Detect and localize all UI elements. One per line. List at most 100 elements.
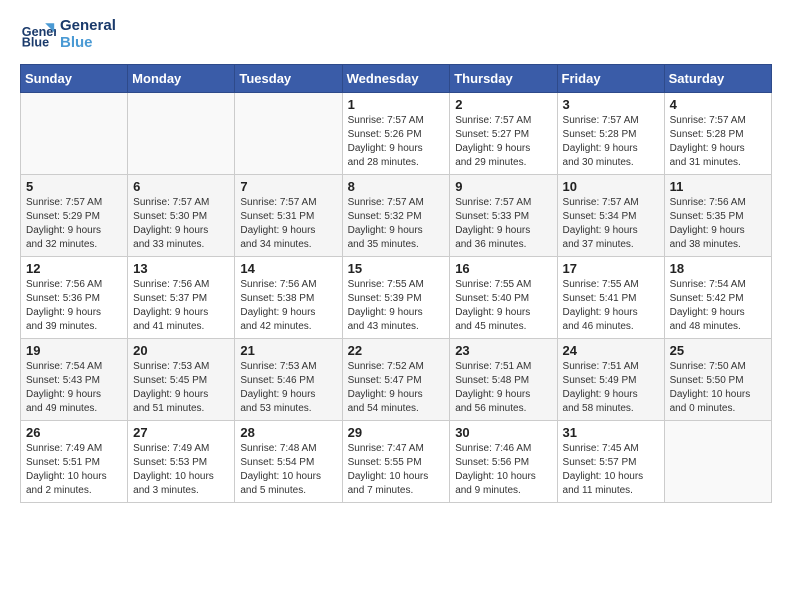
sunrise-info: Sunrise: 7:51 AM	[455, 360, 551, 374]
daylight-info: Daylight: 9 hours	[563, 388, 659, 402]
day-number: 13	[133, 261, 229, 276]
daylight-info: and 51 minutes.	[133, 402, 229, 416]
daylight-info: and 53 minutes.	[240, 402, 336, 416]
logo-icon: General Blue	[20, 16, 56, 52]
daylight-info: Daylight: 9 hours	[670, 224, 766, 238]
sunrise-info: Sunrise: 7:53 AM	[133, 360, 229, 374]
daylight-info: Daylight: 9 hours	[26, 306, 122, 320]
sunrise-info: Sunrise: 7:56 AM	[133, 278, 229, 292]
sunrise-info: Sunrise: 7:50 AM	[670, 360, 766, 374]
logo-general: General	[60, 17, 116, 34]
calendar-table: SundayMondayTuesdayWednesdayThursdayFrid…	[20, 64, 772, 503]
sunset-info: Sunset: 5:26 PM	[348, 128, 445, 142]
weekday-header-sunday: Sunday	[21, 65, 128, 93]
day-number: 29	[348, 425, 445, 440]
daylight-info: and 29 minutes.	[455, 156, 551, 170]
daylight-info: and 48 minutes.	[670, 320, 766, 334]
daylight-info: Daylight: 9 hours	[348, 142, 445, 156]
sunset-info: Sunset: 5:41 PM	[563, 292, 659, 306]
daylight-info: and 11 minutes.	[563, 484, 659, 498]
sunset-info: Sunset: 5:37 PM	[133, 292, 229, 306]
logo: General Blue General Blue	[20, 16, 116, 52]
sunrise-info: Sunrise: 7:54 AM	[26, 360, 122, 374]
calendar-cell: 27Sunrise: 7:49 AMSunset: 5:53 PMDayligh…	[128, 421, 235, 503]
day-number: 4	[670, 97, 766, 112]
sunset-info: Sunset: 5:54 PM	[240, 456, 336, 470]
sunset-info: Sunset: 5:49 PM	[563, 374, 659, 388]
weekday-header-thursday: Thursday	[450, 65, 557, 93]
sunset-info: Sunset: 5:28 PM	[563, 128, 659, 142]
sunset-info: Sunset: 5:40 PM	[455, 292, 551, 306]
day-number: 5	[26, 179, 122, 194]
daylight-info: Daylight: 9 hours	[348, 224, 445, 238]
daylight-info: and 33 minutes.	[133, 238, 229, 252]
sunset-info: Sunset: 5:36 PM	[26, 292, 122, 306]
calendar-cell: 7Sunrise: 7:57 AMSunset: 5:31 PMDaylight…	[235, 175, 342, 257]
sunrise-info: Sunrise: 7:57 AM	[240, 196, 336, 210]
sunrise-info: Sunrise: 7:57 AM	[133, 196, 229, 210]
day-number: 26	[26, 425, 122, 440]
sunrise-info: Sunrise: 7:57 AM	[348, 196, 445, 210]
sunrise-info: Sunrise: 7:49 AM	[133, 442, 229, 456]
sunset-info: Sunset: 5:55 PM	[348, 456, 445, 470]
sunrise-info: Sunrise: 7:56 AM	[240, 278, 336, 292]
daylight-info: and 45 minutes.	[455, 320, 551, 334]
daylight-info: and 5 minutes.	[240, 484, 336, 498]
calendar-cell: 6 Sunrise: 7:57 AMSunset: 5:30 PMDaylight…	[128, 175, 235, 257]
daylight-info: and 42 minutes.	[240, 320, 336, 334]
daylight-info: Daylight: 10 hours	[455, 470, 551, 484]
daylight-info: Daylight: 9 hours	[670, 142, 766, 156]
daylight-info: and 36 minutes.	[455, 238, 551, 252]
sunrise-info: Sunrise: 7:51 AM	[563, 360, 659, 374]
daylight-info: and 38 minutes.	[670, 238, 766, 252]
daylight-info: and 34 minutes.	[240, 238, 336, 252]
sunrise-info: Sunrise: 7:57 AM	[670, 114, 766, 128]
daylight-info: Daylight: 9 hours	[563, 224, 659, 238]
week-row-1: 1Sunrise: 7:57 AMSunset: 5:26 PMDaylight…	[21, 93, 772, 175]
day-number: 17	[563, 261, 659, 276]
calendar-cell: 31Sunrise: 7:45 AMSunset: 5:57 PMDayligh…	[557, 421, 664, 503]
sunset-info: Sunset: 5:57 PM	[563, 456, 659, 470]
sunrise-info: Sunrise: 7:53 AM	[240, 360, 336, 374]
sunrise-info: Sunrise: 7:46 AM	[455, 442, 551, 456]
calendar-cell: 22Sunrise: 7:52 AMSunset: 5:47 PMDayligh…	[342, 339, 450, 421]
daylight-info: and 58 minutes.	[563, 402, 659, 416]
weekday-header-saturday: Saturday	[664, 65, 771, 93]
daylight-info: Daylight: 9 hours	[133, 306, 229, 320]
sunrise-info: Sunrise: 7:57 AM	[455, 114, 551, 128]
daylight-info: Daylight: 10 hours	[133, 470, 229, 484]
daylight-info: Daylight: 9 hours	[133, 388, 229, 402]
sunrise-info: Sunrise: 7:48 AM	[240, 442, 336, 456]
sunset-info: Sunset: 5:51 PM	[26, 456, 122, 470]
daylight-info: and 2 minutes.	[26, 484, 122, 498]
calendar-cell: 18Sunrise: 7:54 AMSunset: 5:42 PMDayligh…	[664, 257, 771, 339]
daylight-info: and 31 minutes.	[670, 156, 766, 170]
daylight-info: and 30 minutes.	[563, 156, 659, 170]
calendar-cell: 23Sunrise: 7:51 AMSunset: 5:48 PMDayligh…	[450, 339, 557, 421]
daylight-info: and 0 minutes.	[670, 402, 766, 416]
daylight-info: Daylight: 10 hours	[348, 470, 445, 484]
sunset-info: Sunset: 5:30 PM	[133, 210, 229, 224]
sunrise-info: Sunrise: 7:56 AM	[26, 278, 122, 292]
daylight-info: Daylight: 9 hours	[563, 142, 659, 156]
sunset-info: Sunset: 5:46 PM	[240, 374, 336, 388]
daylight-info: and 35 minutes.	[348, 238, 445, 252]
sunrise-info: Sunrise: 7:57 AM	[26, 196, 122, 210]
day-number: 6	[133, 179, 229, 194]
daylight-info: Daylight: 9 hours	[133, 224, 229, 238]
daylight-info: Daylight: 9 hours	[455, 142, 551, 156]
sunrise-info: Sunrise: 7:45 AM	[563, 442, 659, 456]
sunset-info: Sunset: 5:47 PM	[348, 374, 445, 388]
calendar-cell	[128, 93, 235, 175]
calendar-cell: 9Sunrise: 7:57 AMSunset: 5:33 PMDaylight…	[450, 175, 557, 257]
calendar-cell	[664, 421, 771, 503]
weekday-header-friday: Friday	[557, 65, 664, 93]
daylight-info: and 32 minutes.	[26, 238, 122, 252]
svg-text:Blue: Blue	[22, 36, 49, 50]
sunset-info: Sunset: 5:45 PM	[133, 374, 229, 388]
sunset-info: Sunset: 5:35 PM	[670, 210, 766, 224]
sunset-info: Sunset: 5:50 PM	[670, 374, 766, 388]
calendar-cell: 4Sunrise: 7:57 AMSunset: 5:28 PMDaylight…	[664, 93, 771, 175]
sunrise-info: Sunrise: 7:57 AM	[563, 196, 659, 210]
day-number: 9	[455, 179, 551, 194]
